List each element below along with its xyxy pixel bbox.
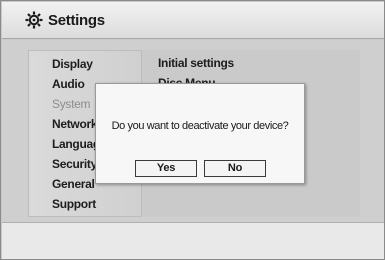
gear-icon [25,11,43,29]
no-button[interactable]: No [204,160,266,177]
submenu-item-initial-settings[interactable]: Initial settings [158,56,234,70]
menu-item-network[interactable]: Network [52,117,98,131]
menu-item-security[interactable]: Security [52,157,97,171]
menu-item-audio[interactable]: Audio [52,77,85,91]
title-bar: Settings [2,2,384,39]
footer-bar [2,222,384,259]
confirm-dialog: Do you want to deactivate your device? Y… [95,83,305,184]
menu-item-support[interactable]: Support [52,197,96,211]
menu-item-general[interactable]: General [52,177,95,191]
menu-item-system[interactable]: System [52,97,91,111]
settings-screen: Settings Display Audio System Network La… [0,0,385,260]
yes-button[interactable]: Yes [135,160,197,177]
menu-item-display[interactable]: Display [52,57,93,71]
page-title: Settings [48,12,105,29]
dialog-message: Do you want to deactivate your device? [111,120,289,132]
